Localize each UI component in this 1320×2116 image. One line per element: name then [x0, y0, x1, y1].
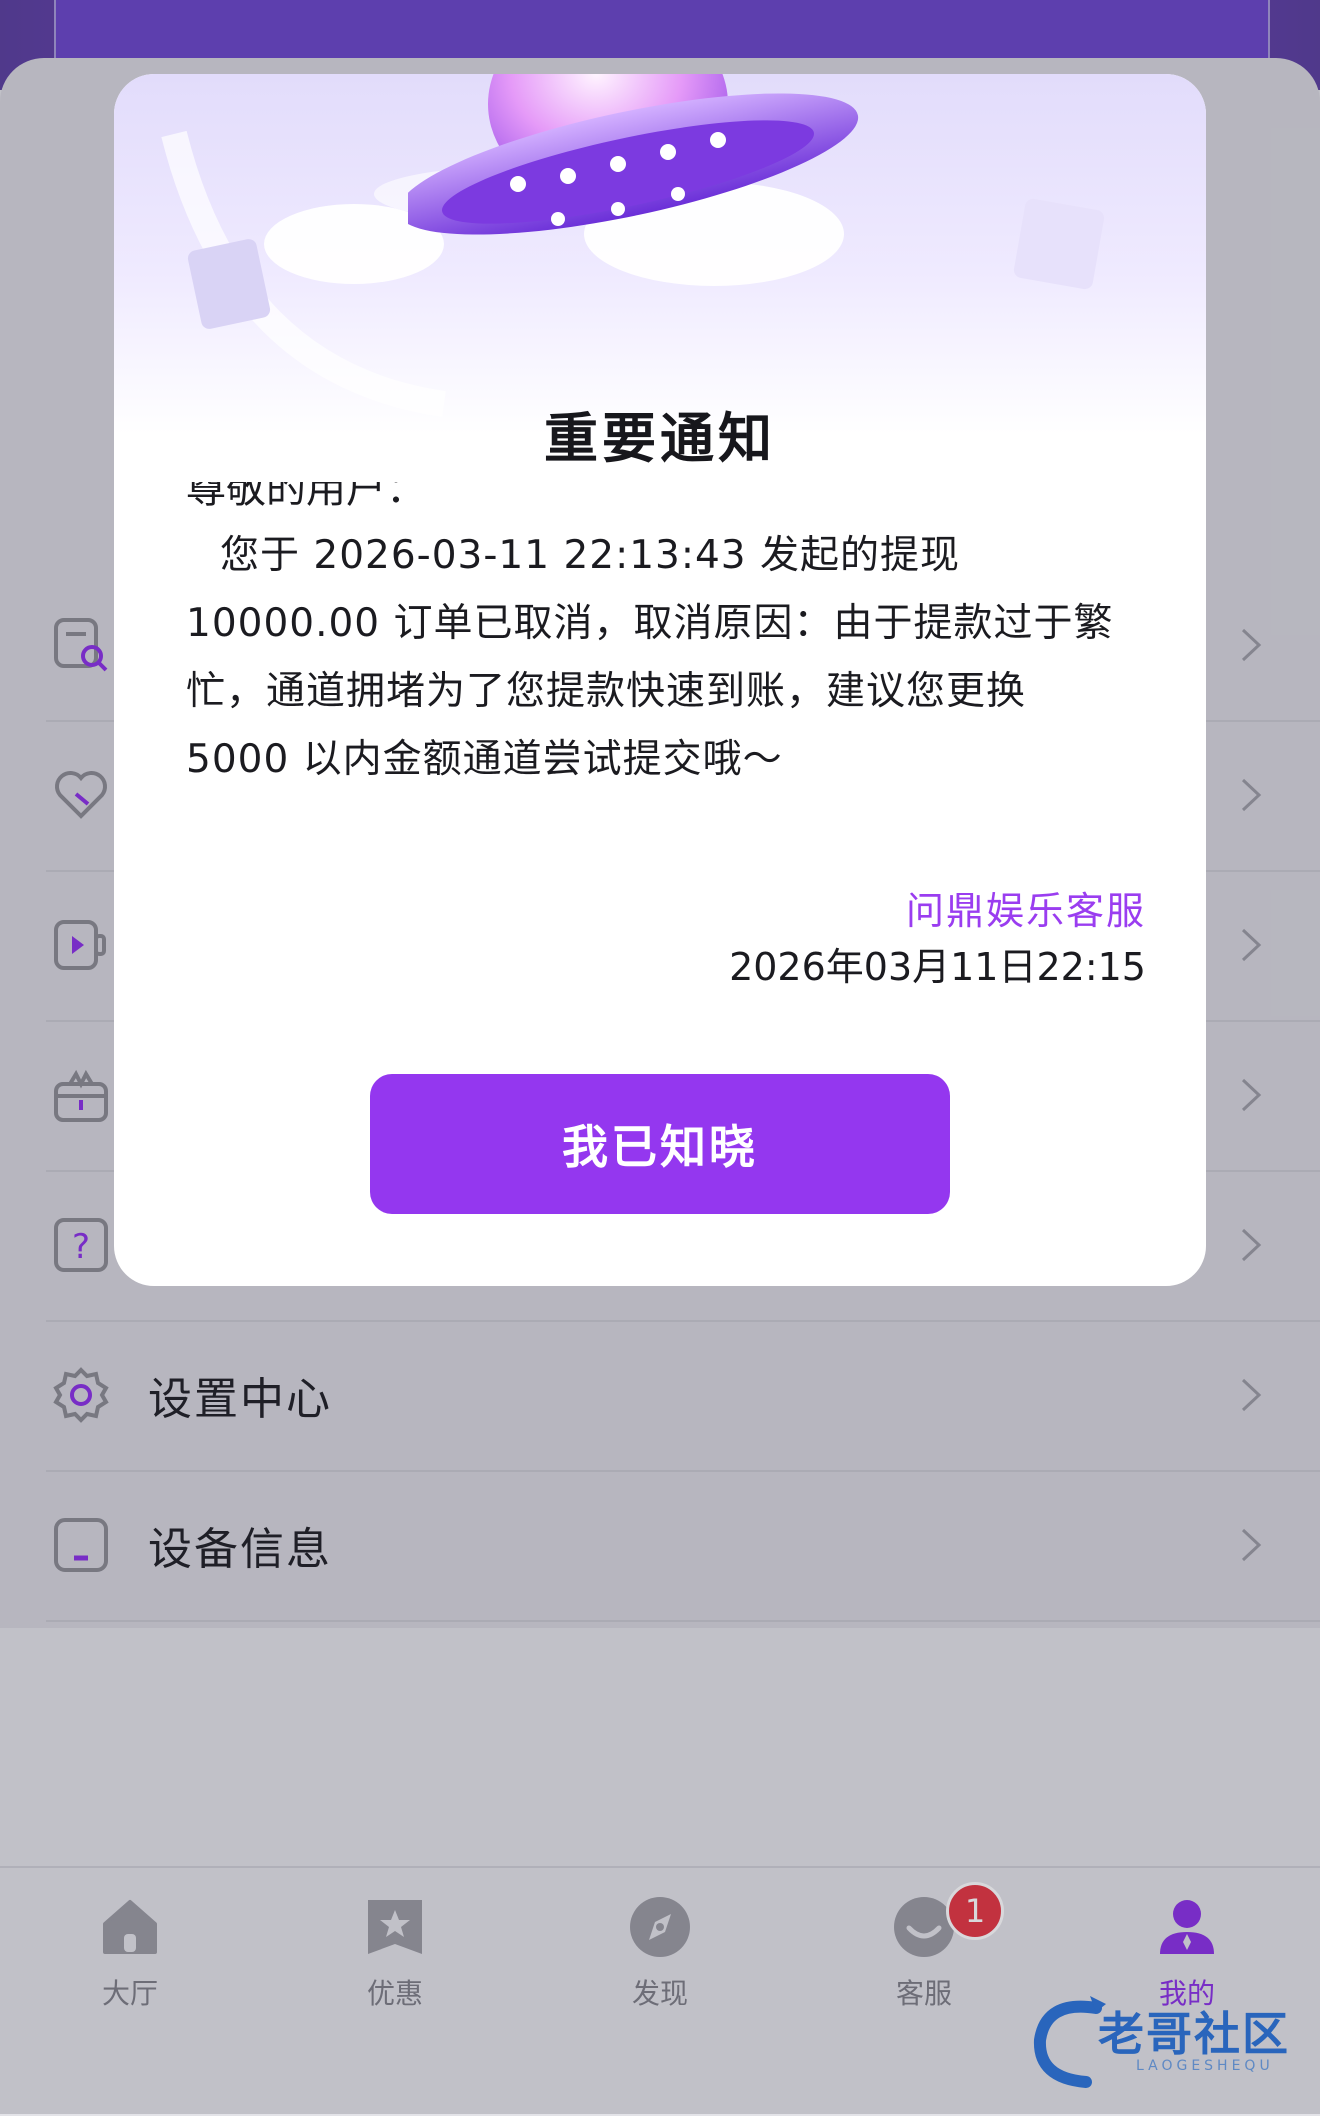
acknowledge-button[interactable]: 我已知晓: [370, 1074, 950, 1214]
modal-message-area[interactable]: 尊敬的用户： 您于 2026-03-11 22:13:43 发起的提现 1000…: [186, 482, 1146, 900]
modal-header-art: [114, 74, 1206, 434]
notice-modal: 重要通知 尊敬的用户： 您于 2026-03-11 22:13:43 发起的提现…: [114, 74, 1206, 1286]
sender-name: 问鼎娱乐客服: [905, 889, 1146, 933]
greeting-text: 尊敬的用户：: [186, 482, 426, 512]
message-date: 2026年03月11日22:15: [729, 945, 1146, 989]
modal-title: 重要通知: [544, 407, 776, 470]
ufo-icon: [408, 74, 859, 235]
message-text: 您于 2026-03-11 22:13:43 发起的提现 10000.00 订单…: [186, 533, 1114, 782]
